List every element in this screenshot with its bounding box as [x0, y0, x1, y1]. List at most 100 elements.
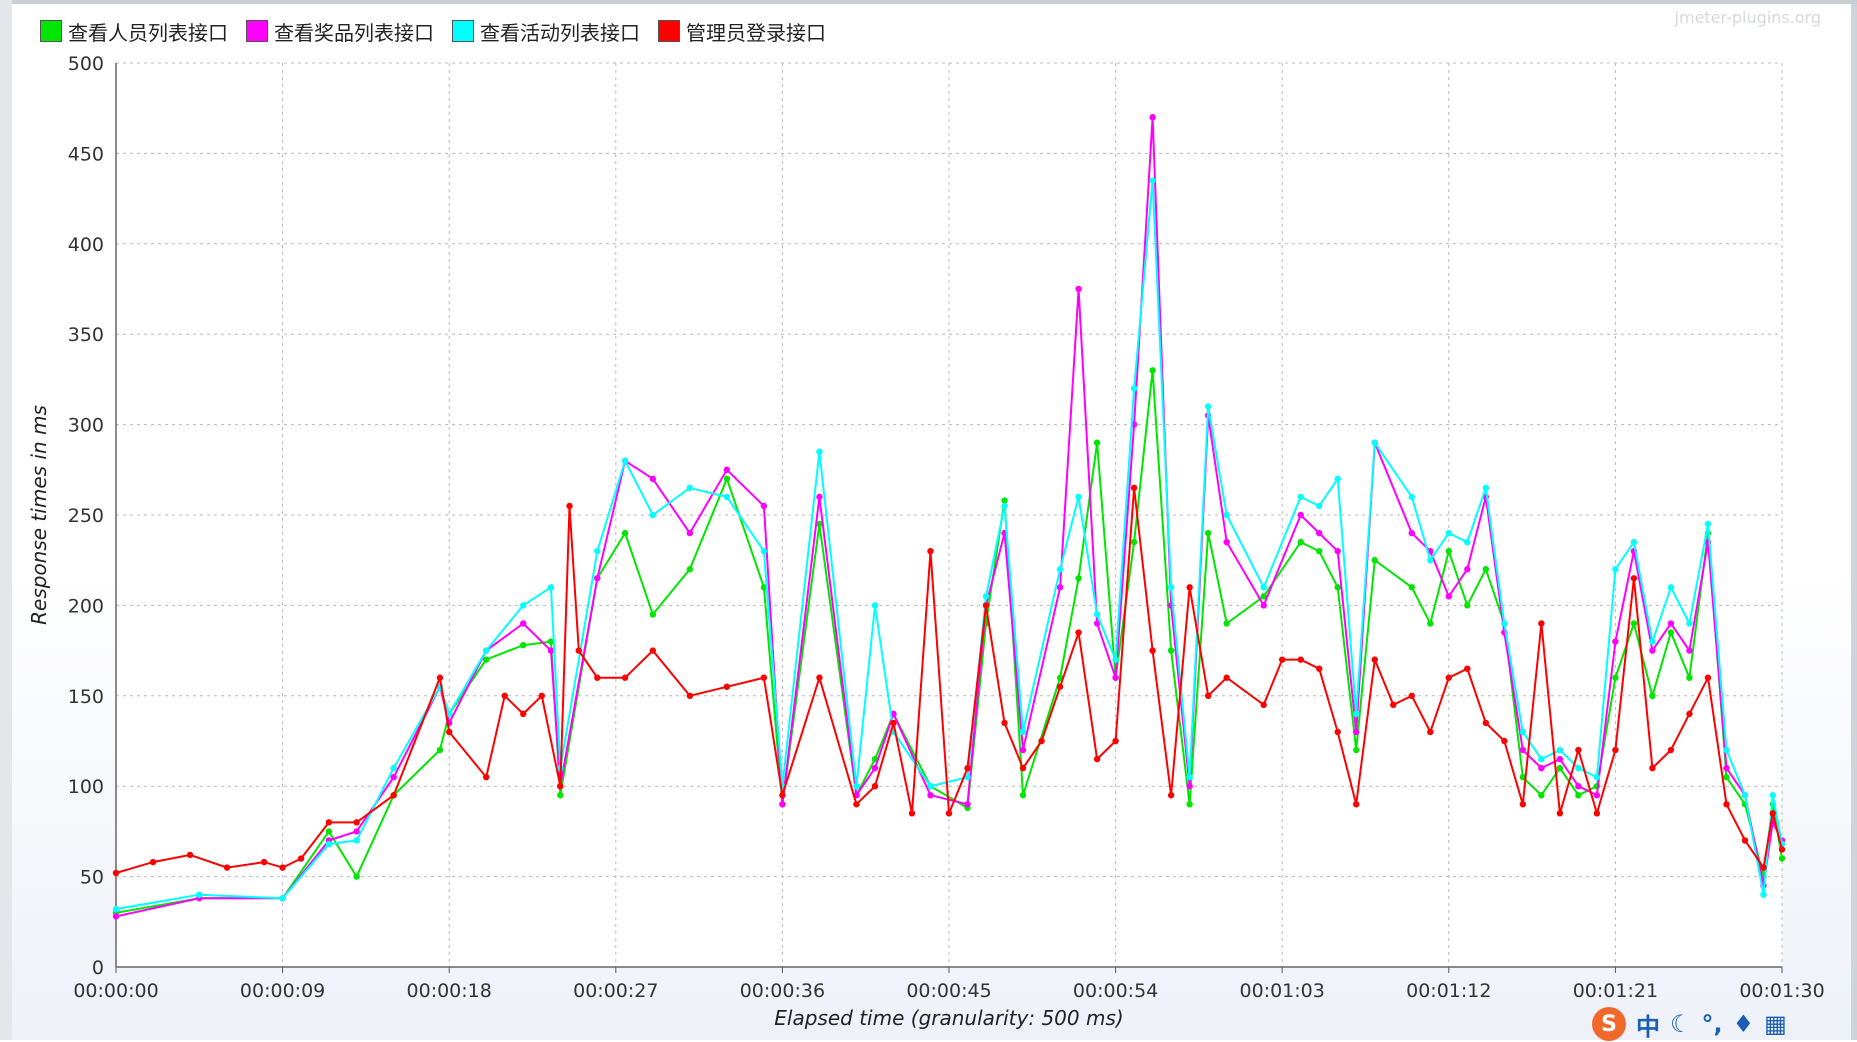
data-point [816, 674, 823, 681]
data-point [1538, 755, 1545, 763]
data-point [279, 895, 286, 902]
data-point [1649, 764, 1656, 772]
data-point [1408, 692, 1415, 699]
ime-language-indicator[interactable]: 中 [1636, 1007, 1660, 1042]
punctuation-icon[interactable]: °, [1702, 1010, 1723, 1038]
data-point [1760, 864, 1767, 871]
data-point [1019, 764, 1027, 772]
grid-icon[interactable]: ▦ [1764, 1010, 1787, 1038]
data-point [927, 547, 934, 555]
data-point [1056, 683, 1064, 690]
data-point [1019, 792, 1027, 799]
data-point [1149, 367, 1156, 374]
data-point [1427, 620, 1434, 627]
data-point [1371, 656, 1378, 663]
data-point [436, 674, 444, 681]
x-tick-label: 00:00:54 [1073, 980, 1158, 1002]
data-point [1667, 584, 1675, 591]
data-point [1260, 701, 1267, 709]
data-point [1482, 484, 1490, 492]
data-point [1723, 746, 1730, 754]
y-tick-label: 450 [68, 143, 104, 165]
data-point [1112, 656, 1119, 663]
x-tick-label: 00:01:03 [1240, 980, 1325, 1002]
data-point [1686, 674, 1693, 681]
y-tick-label: 200 [68, 595, 104, 617]
data-point [1778, 855, 1786, 862]
x-tick-label: 00:00:18 [407, 980, 492, 1002]
data-point [594, 674, 601, 681]
data-point [1667, 629, 1675, 636]
data-point [1501, 620, 1508, 627]
data-point [1279, 656, 1286, 663]
data-point [1408, 529, 1415, 537]
data-point [1778, 846, 1786, 853]
data-point [1575, 746, 1582, 754]
ime-logo-icon[interactable]: S [1592, 1007, 1626, 1041]
data-point [390, 792, 397, 799]
data-point [1334, 547, 1341, 555]
data-point [1649, 638, 1656, 645]
data-point [1501, 737, 1508, 745]
data-point [1445, 529, 1453, 537]
data-point [1556, 746, 1564, 754]
data-point [1297, 538, 1304, 546]
data-point [390, 764, 397, 772]
data-point [1075, 575, 1082, 582]
data-point [1686, 710, 1693, 718]
data-point [1760, 891, 1767, 898]
data-point [686, 529, 694, 537]
data-point [927, 792, 934, 799]
data-point [1686, 647, 1693, 654]
data-point [1186, 773, 1193, 781]
data-point [1704, 674, 1712, 681]
data-point [816, 448, 823, 455]
x-tick-label: 00:01:21 [1573, 980, 1658, 1002]
data-point [779, 792, 786, 799]
data-point [1612, 566, 1619, 573]
data-point [723, 466, 731, 473]
moon-icon[interactable]: ☾ [1670, 1010, 1692, 1038]
data-point [112, 905, 120, 913]
data-point [1223, 674, 1230, 681]
data-point [723, 683, 731, 690]
data-point [1167, 584, 1175, 591]
data-point [575, 647, 582, 654]
y-tick-label: 500 [68, 53, 104, 75]
data-point [1741, 837, 1749, 844]
data-point [260, 858, 268, 866]
data-point [686, 692, 694, 699]
data-point [779, 801, 786, 808]
data-point [1334, 475, 1341, 483]
data-point [908, 810, 916, 817]
data-point [1612, 674, 1619, 681]
data-point [1019, 728, 1027, 736]
ime-toolbar[interactable]: S 中 ☾ °, ♦ ▦ [1586, 1007, 1857, 1042]
data-point [1667, 746, 1675, 754]
data-point [1371, 439, 1378, 446]
data-point [1093, 755, 1101, 763]
data-point [890, 719, 897, 727]
data-point [649, 475, 657, 483]
shirt-icon[interactable]: ♦ [1733, 1010, 1755, 1038]
data-point [723, 475, 731, 483]
data-point [1686, 620, 1693, 627]
data-point [1316, 529, 1323, 537]
data-point [1408, 584, 1415, 591]
data-point [1593, 810, 1601, 817]
y-tick-label: 50 [80, 867, 104, 889]
data-point [483, 773, 490, 781]
data-point [1445, 593, 1453, 600]
data-point [1519, 728, 1527, 736]
data-point [1630, 620, 1638, 627]
y-tick-label: 100 [68, 776, 104, 798]
data-point [325, 819, 333, 826]
data-point [223, 864, 231, 871]
data-point [1075, 629, 1082, 636]
data-point [853, 783, 860, 790]
data-point [1612, 638, 1619, 645]
data-point [871, 764, 879, 772]
data-point [1556, 764, 1564, 772]
data-point [520, 710, 527, 718]
x-tick-label: 00:00:00 [73, 980, 158, 1002]
